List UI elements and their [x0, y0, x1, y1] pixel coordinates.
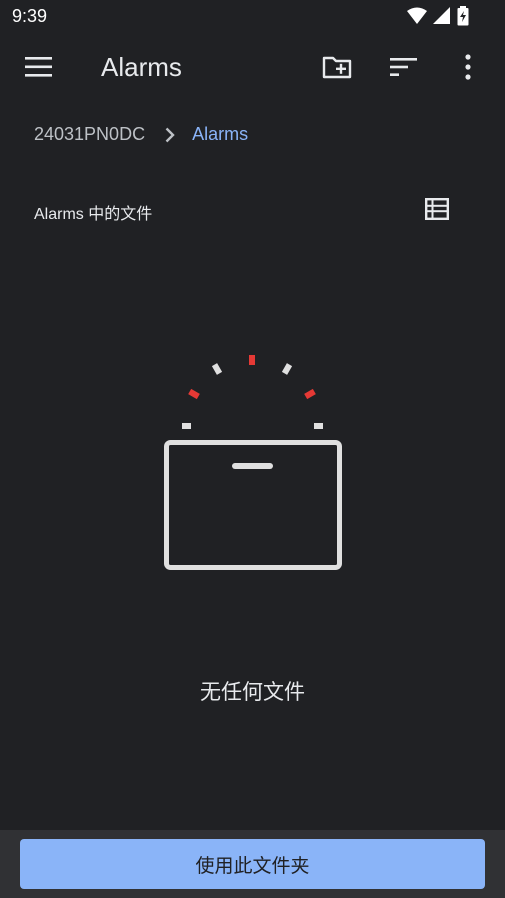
status-time: 9:39: [12, 6, 48, 26]
battery-charging-icon: [457, 6, 469, 26]
breadcrumb-current[interactable]: Alarms: [192, 124, 248, 145]
new-folder-icon: [322, 56, 352, 79]
view-toggle-button[interactable]: [418, 190, 456, 228]
bottom-bar: 使用此文件夹: [0, 830, 505, 898]
status-icons: [407, 6, 469, 26]
wifi-icon: [407, 7, 427, 24]
empty-folder-illustration: [164, 355, 342, 570]
list-view-icon: [425, 198, 449, 220]
new-folder-button[interactable]: [317, 47, 357, 87]
breadcrumb: 24031PN0DC Alarms: [34, 124, 248, 145]
empty-state-message: 无任何文件: [200, 681, 305, 704]
file-picker-screen: 9:39 Alarms 24031PN0DC Alarms Alarms 中的文…: [0, 0, 505, 898]
menu-button[interactable]: [19, 47, 59, 87]
breadcrumb-root[interactable]: 24031PN0DC: [34, 124, 145, 145]
signal-icon: [433, 7, 450, 24]
menu-icon: [25, 57, 52, 77]
sort-icon: [390, 58, 417, 76]
chevron-right-icon: [165, 127, 175, 143]
more-options-button[interactable]: [448, 47, 488, 87]
status-bar: 9:39: [0, 0, 505, 34]
section-title: Alarms 中的文件: [34, 206, 153, 223]
more-vert-icon: [465, 54, 471, 80]
app-bar: Alarms: [0, 34, 505, 102]
page-title: Alarms: [101, 52, 182, 82]
sort-button[interactable]: [384, 47, 424, 87]
use-this-folder-button[interactable]: 使用此文件夹: [20, 839, 485, 889]
